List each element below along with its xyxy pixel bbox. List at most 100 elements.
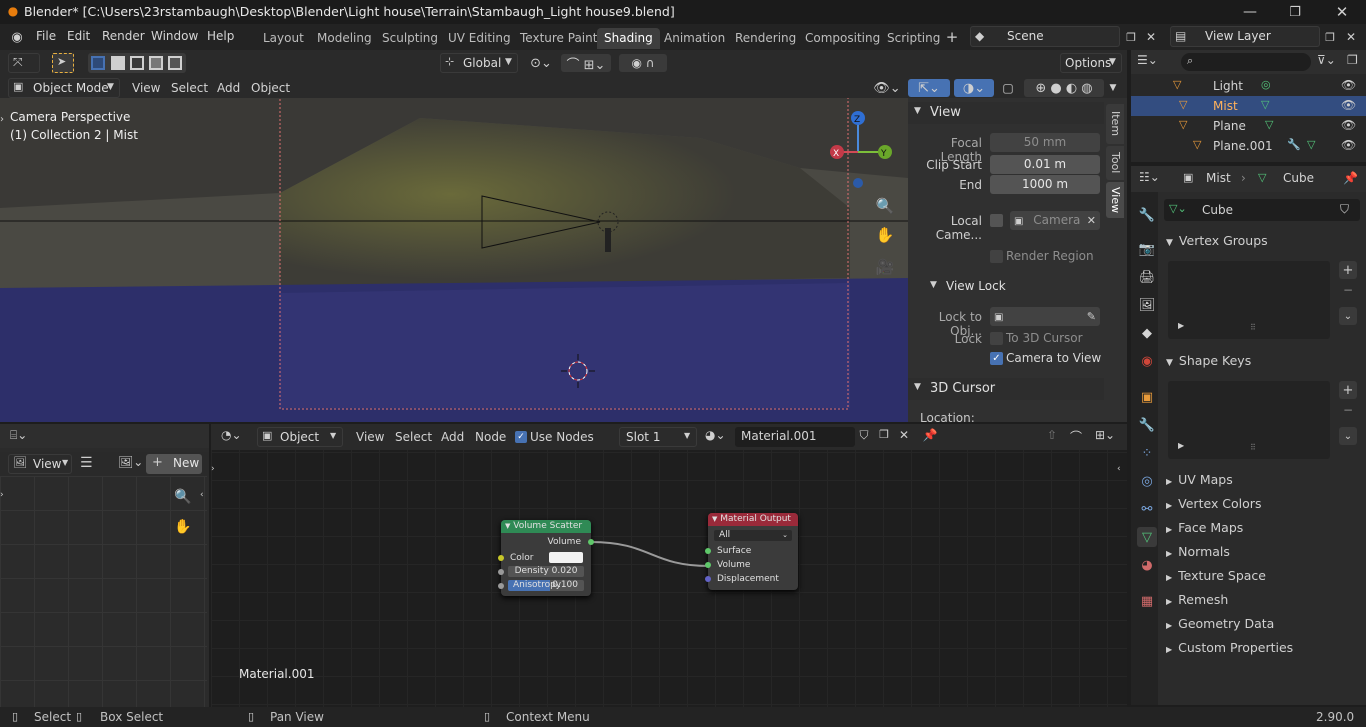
eyedropper-icon[interactable]: ✎ <box>1087 307 1096 326</box>
outliner-editor-icon[interactable]: ☰⌄ <box>1137 53 1158 67</box>
scene-tab-icon[interactable]: ◆ <box>1137 323 1157 343</box>
outliner-row[interactable]: ▽ Plane.001 🔧 ▽ 👁 <box>1131 136 1366 156</box>
volume-scatter-node[interactable]: ▼ Volume Scatter Volume Color Density 0.… <box>498 520 594 596</box>
filter-icon[interactable]: ⊽⌄ <box>1317 53 1336 67</box>
eye-icon[interactable]: 👁 <box>1341 118 1356 132</box>
select-tool-button[interactable]: ➤ <box>52 53 74 73</box>
select-subtract-icon[interactable] <box>130 56 144 70</box>
new-scene-icon[interactable]: ❐ <box>1123 29 1139 45</box>
editor-type-button[interactable]: ⤧ <box>8 53 40 73</box>
world-tab-icon[interactable]: ◉ <box>1137 351 1157 371</box>
tab-uv-editing[interactable]: UV Editing <box>441 28 518 49</box>
render-tab-icon[interactable]: 📷 <box>1137 239 1157 259</box>
view-lock-header[interactable]: ▼ View Lock <box>908 276 1104 298</box>
render-region-checkbox[interactable] <box>990 250 1003 263</box>
3d-viewport[interactable]: › Camera Perspective (1) Collection 2 | … <box>0 98 908 422</box>
camera-view-icon[interactable]: 🎥 <box>874 256 896 278</box>
texture-space-header[interactable]: ▶ Texture Space <box>1158 565 1366 587</box>
lock-to-object-field[interactable]: ▣ ✎ <box>990 307 1100 326</box>
tab-view[interactable]: View <box>1106 182 1124 218</box>
clip-end-field[interactable]: 1000 m <box>990 175 1100 194</box>
mode-dropdown[interactable]: ▣ Object Mode ▼ <box>8 78 120 98</box>
viewport-menu-object[interactable]: Object <box>251 81 290 95</box>
resize-handle-icon[interactable]: ⠿ <box>1250 443 1256 452</box>
remesh-header[interactable]: ▶ Remesh <box>1158 589 1366 611</box>
expand-arrow-icon[interactable]: ▶ <box>1178 441 1184 450</box>
tab-shading[interactable]: Shading <box>597 28 660 49</box>
tab-rendering[interactable]: Rendering <box>728 28 803 49</box>
resize-handle-icon[interactable]: ⠿ <box>1250 323 1256 332</box>
vertex-groups-header[interactable]: ▼ Vertex Groups <box>1158 230 1366 252</box>
viewport-menu-select[interactable]: Select <box>171 81 208 95</box>
properties-editor-icon[interactable]: ☷⌄ <box>1139 170 1160 184</box>
anisotropy-field[interactable]: Anisotropy 0.100 <box>508 580 584 591</box>
scene-selector[interactable]: ◆ Scene <box>970 26 1120 47</box>
editor-type-icon[interactable]: ⌸⌄ <box>10 428 27 443</box>
camera-to-view-checkbox[interactable]: ✓ <box>990 352 1003 365</box>
gizmo-toggle-icon[interactable]: ⇱⌄ <box>908 79 950 97</box>
transform-orientation-dropdown[interactable]: ⊹ Global ▼ <box>440 53 518 73</box>
vertex-groups-list[interactable]: ▶ ⠿ <box>1168 261 1330 339</box>
material-output-node[interactable]: ▼ Material Output All ⌄ Surface Volume D… <box>705 513 798 590</box>
eye-icon[interactable]: 👁 <box>1341 98 1356 112</box>
custom-properties-header[interactable]: ▶ Custom Properties <box>1158 637 1366 659</box>
chevron-down-icon[interactable]: ▼ <box>1106 81 1120 95</box>
shape-keys-header[interactable]: ▼ Shape Keys <box>1158 350 1366 372</box>
shader-node-editor[interactable]: ◔⌄ ▣ Object ▼ View Select Add Node ✓ Use… <box>211 424 1127 707</box>
color-input-socket[interactable] <box>498 555 504 561</box>
add-workspace-icon[interactable]: + <box>943 28 961 46</box>
tab-animation[interactable]: Animation <box>657 28 732 49</box>
proportional-edit-icon[interactable]: ◉ ∩ <box>619 54 667 72</box>
density-field[interactable]: Density 0.020 <box>508 566 584 577</box>
remove-shape-key-button[interactable]: − <box>1339 401 1357 419</box>
snap-icon[interactable]: ⌒ ⊞⌄ <box>561 54 611 73</box>
uv-maps-header[interactable]: ▶ UV Maps <box>1158 469 1366 491</box>
material-tab-icon[interactable]: ◕ <box>1137 555 1157 575</box>
mesh-data-tab-icon[interactable]: ▽ <box>1137 527 1157 547</box>
viewport-menu-add[interactable]: Add <box>217 81 240 95</box>
anisotropy-input-socket[interactable] <box>498 583 504 589</box>
image-canvas[interactable] <box>0 476 207 707</box>
select-mode-group[interactable] <box>88 53 186 73</box>
outliner-row[interactable]: ▽ Plane ▽ 👁 <box>1131 116 1366 136</box>
hamburger-menu-icon[interactable]: ☰ <box>80 455 93 471</box>
menu-render[interactable]: Render <box>102 29 145 43</box>
menu-file[interactable]: File <box>36 29 56 43</box>
tab-item[interactable]: Item <box>1106 104 1124 144</box>
new-image-button[interactable]: + New <box>146 454 202 474</box>
local-camera-field[interactable]: ▣ Camera ✕ <box>1010 211 1100 230</box>
physics-tab-icon[interactable]: ◎ <box>1137 471 1157 491</box>
tab-layout[interactable]: Layout <box>256 28 311 49</box>
modifiers-tab-icon[interactable]: 🔧 <box>1137 415 1157 435</box>
pin-icon[interactable]: 📌 <box>1343 171 1358 185</box>
zoom-icon[interactable]: 🔍 <box>874 195 896 217</box>
normals-header[interactable]: ▶ Normals <box>1158 541 1366 563</box>
collapse-arrow-icon[interactable]: ‹ <box>200 490 204 500</box>
shading-mode-icons[interactable]: ⊕ ● ◐ ◍ <box>1024 79 1104 97</box>
expand-arrow-icon[interactable]: ▶ <box>1178 321 1184 330</box>
texture-tab-icon[interactable]: ▦ <box>1137 591 1157 611</box>
output-tab-icon[interactable]: 🖨 <box>1137 267 1157 287</box>
delete-scene-icon[interactable]: ✕ <box>1143 29 1159 45</box>
shape-keys-list[interactable]: ▶ ⠿ <box>1168 381 1330 459</box>
displacement-input-socket[interactable] <box>705 576 711 582</box>
view-layer-selector[interactable]: ▤ View Layer <box>1170 26 1320 47</box>
select-invert-icon[interactable] <box>149 56 163 70</box>
color-swatch[interactable] <box>549 552 583 563</box>
add-shape-key-button[interactable]: + <box>1339 381 1357 399</box>
menu-help[interactable]: Help <box>207 29 234 43</box>
tab-scripting[interactable]: Scripting <box>880 28 947 49</box>
select-new-icon[interactable] <box>91 56 105 70</box>
mesh-name-field[interactable]: ▽⌄ Cube ⛉ <box>1164 199 1360 221</box>
outliner-row[interactable]: ▽ Light ◎ 👁 <box>1131 76 1366 96</box>
options-dropdown[interactable]: Options ▼ <box>1060 53 1122 73</box>
object-tab-icon[interactable]: ▣ <box>1137 387 1157 407</box>
vertex-colors-header[interactable]: ▶ Vertex Colors <box>1158 493 1366 515</box>
particles-tab-icon[interactable]: ⁘ <box>1137 443 1157 463</box>
eye-icon[interactable]: 👁 <box>1341 78 1356 92</box>
surface-input-socket[interactable] <box>705 548 711 554</box>
outliner-search-input[interactable]: ⌕ <box>1181 53 1311 71</box>
tool-tab-icon[interactable]: 🔧 <box>1137 205 1157 225</box>
add-vertex-group-button[interactable]: + <box>1339 261 1357 279</box>
blender-menu-icon[interactable]: ◉ <box>8 29 26 45</box>
